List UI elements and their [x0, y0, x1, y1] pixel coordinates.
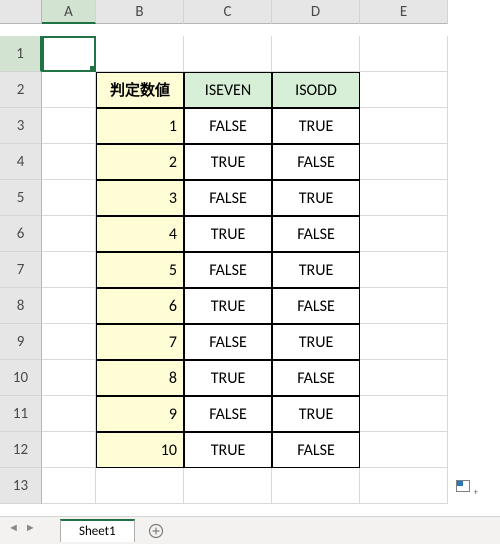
cell-D6[interactable]: FALSE: [272, 216, 360, 252]
cell-A10[interactable]: [42, 360, 96, 396]
sheet-tab-bar: ◄ ► Sheet1: [0, 516, 500, 544]
cell-A11[interactable]: [42, 396, 96, 432]
cell-B7[interactable]: 5: [96, 252, 184, 288]
cell-B12[interactable]: 10: [96, 432, 184, 468]
row-header-9[interactable]: 9: [0, 324, 42, 360]
cell-E8[interactable]: [360, 288, 448, 324]
cell-D10[interactable]: FALSE: [272, 360, 360, 396]
cell-C8[interactable]: TRUE: [184, 288, 272, 324]
row-header-8[interactable]: 8: [0, 288, 42, 324]
cell-B4[interactable]: 2: [96, 144, 184, 180]
row-header-3[interactable]: 3: [0, 108, 42, 144]
cell-E13[interactable]: [360, 468, 448, 504]
cell-A4[interactable]: [42, 144, 96, 180]
cell-C1[interactable]: [184, 36, 272, 72]
cell-D13[interactable]: [272, 468, 360, 504]
tab-sheet1[interactable]: Sheet1: [60, 519, 135, 542]
cell-E11[interactable]: [360, 396, 448, 432]
cell-B13[interactable]: [96, 468, 184, 504]
cell-D9[interactable]: TRUE: [272, 324, 360, 360]
row-header-1[interactable]: 1: [0, 36, 42, 72]
cell-C13[interactable]: [184, 468, 272, 504]
cell-A9[interactable]: [42, 324, 96, 360]
cell-D5[interactable]: TRUE: [272, 180, 360, 216]
cell-B1[interactable]: [96, 36, 184, 72]
cell-A5[interactable]: [42, 180, 96, 216]
cell-B6[interactable]: 4: [96, 216, 184, 252]
row-header-7[interactable]: 7: [0, 252, 42, 288]
cell-E5[interactable]: [360, 180, 448, 216]
cell-D4[interactable]: FALSE: [272, 144, 360, 180]
col-header-D[interactable]: D: [272, 0, 360, 24]
cell-A13[interactable]: [42, 468, 96, 504]
chevron-right-icon[interactable]: ►: [25, 521, 36, 534]
col-header-C[interactable]: C: [184, 0, 272, 24]
row-header-11[interactable]: 11: [0, 396, 42, 432]
cell-C10[interactable]: TRUE: [184, 360, 272, 396]
new-sheet-button[interactable]: [143, 520, 169, 542]
cell-C4[interactable]: TRUE: [184, 144, 272, 180]
cell-C3[interactable]: FALSE: [184, 108, 272, 144]
cell-C5[interactable]: FALSE: [184, 180, 272, 216]
row-header-5[interactable]: 5: [0, 180, 42, 216]
cell-D3[interactable]: TRUE: [272, 108, 360, 144]
row-header-12[interactable]: 12: [0, 432, 42, 468]
col-header-A[interactable]: A: [42, 0, 96, 24]
cell-D12[interactable]: FALSE: [272, 432, 360, 468]
cell-D2[interactable]: ISODD: [272, 72, 360, 108]
cell-C12[interactable]: TRUE: [184, 432, 272, 468]
col-header-B[interactable]: B: [96, 0, 184, 24]
cell-B10[interactable]: 8: [96, 360, 184, 396]
row-header-6[interactable]: 6: [0, 216, 42, 252]
cell-E7[interactable]: [360, 252, 448, 288]
chevron-left-icon[interactable]: ◄: [8, 521, 19, 534]
cell-A3[interactable]: [42, 108, 96, 144]
cell-A7[interactable]: [42, 252, 96, 288]
cell-B2[interactable]: 判定数値: [96, 72, 184, 108]
col-header-E[interactable]: E: [360, 0, 448, 24]
cell-E2[interactable]: [360, 72, 448, 108]
cell-A12[interactable]: [42, 432, 96, 468]
cell-E10[interactable]: [360, 360, 448, 396]
row-header-2[interactable]: 2: [0, 72, 42, 108]
cell-B8[interactable]: 6: [96, 288, 184, 324]
cell-E3[interactable]: [360, 108, 448, 144]
cell-D7[interactable]: TRUE: [272, 252, 360, 288]
cell-E12[interactable]: [360, 432, 448, 468]
cell-E4[interactable]: [360, 144, 448, 180]
cell-A8[interactable]: [42, 288, 96, 324]
spreadsheet-grid[interactable]: A B C D E 1 2 判定数値 ISEVEN ISODD 3 1 FALS…: [0, 0, 500, 504]
cell-E1[interactable]: [360, 36, 448, 72]
cell-B9[interactable]: 7: [96, 324, 184, 360]
row-header-13[interactable]: 13: [0, 468, 42, 504]
cell-C9[interactable]: FALSE: [184, 324, 272, 360]
cell-C11[interactable]: FALSE: [184, 396, 272, 432]
cell-D11[interactable]: TRUE: [272, 396, 360, 432]
quick-analysis-icon[interactable]: +: [452, 478, 474, 494]
select-all-corner[interactable]: [0, 0, 42, 24]
cell-E9[interactable]: [360, 324, 448, 360]
cell-D8[interactable]: FALSE: [272, 288, 360, 324]
cell-A2[interactable]: [42, 72, 96, 108]
cell-A6[interactable]: [42, 216, 96, 252]
cell-C7[interactable]: FALSE: [184, 252, 272, 288]
row-header-10[interactable]: 10: [0, 360, 42, 396]
cell-B5[interactable]: 3: [96, 180, 184, 216]
cell-A1[interactable]: [42, 36, 96, 72]
tab-nav-arrows[interactable]: ◄ ►: [8, 521, 36, 534]
cell-B11[interactable]: 9: [96, 396, 184, 432]
row-header-4[interactable]: 4: [0, 144, 42, 180]
cell-C2[interactable]: ISEVEN: [184, 72, 272, 108]
cell-D1[interactable]: [272, 36, 360, 72]
cell-B3[interactable]: 1: [96, 108, 184, 144]
cell-C6[interactable]: TRUE: [184, 216, 272, 252]
cell-E6[interactable]: [360, 216, 448, 252]
